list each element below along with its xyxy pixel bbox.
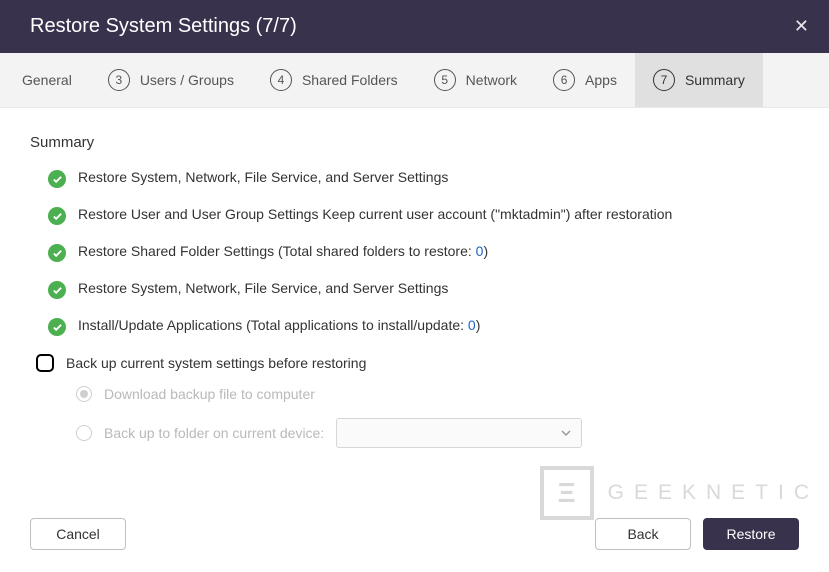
step-label: Apps — [585, 72, 617, 88]
step-number-icon: 7 — [653, 69, 675, 91]
radio-row-folder: Back up to folder on current device: — [76, 418, 799, 448]
backup-checkbox-row: Back up current system settings before r… — [36, 354, 799, 372]
count-link[interactable]: 0 — [468, 317, 476, 333]
watermark-text: GEEKNETIC — [608, 481, 819, 505]
radio-row-download: Download backup file to computer — [76, 386, 799, 402]
check-icon — [48, 281, 66, 299]
dialog-header: Restore System Settings (7/7) ✕ — [0, 0, 829, 53]
step-label: General — [22, 72, 72, 88]
step-label: Network — [466, 72, 517, 88]
step-label: Summary — [685, 72, 745, 88]
check-icon — [48, 207, 66, 225]
radio-download[interactable] — [76, 386, 92, 402]
backup-checkbox[interactable] — [36, 354, 54, 372]
check-icon — [48, 318, 66, 336]
summary-text: Install/Update Applications (Total appli… — [78, 317, 480, 333]
radio-label: Download backup file to computer — [104, 386, 315, 402]
folder-select[interactable] — [336, 418, 582, 448]
summary-item: Restore System, Network, File Service, a… — [48, 169, 799, 188]
back-button[interactable]: Back — [595, 518, 691, 550]
dialog-content: Summary Restore System, Network, File Se… — [0, 108, 829, 448]
summary-text: Restore User and User Group Settings Kee… — [78, 206, 672, 222]
summary-text: Restore Shared Folder Settings (Total sh… — [78, 243, 488, 259]
backup-sub-options: Download backup file to computer Back up… — [76, 386, 799, 448]
cancel-button[interactable]: Cancel — [30, 518, 126, 550]
summary-text: Restore System, Network, File Service, a… — [78, 169, 448, 185]
step-network[interactable]: 5 Network — [416, 53, 535, 107]
dialog-footer: Cancel Back Restore — [0, 512, 829, 572]
step-shared-folders[interactable]: 4 Shared Folders — [252, 53, 416, 107]
step-apps[interactable]: 6 Apps — [535, 53, 635, 107]
summary-item: Restore Shared Folder Settings (Total sh… — [48, 243, 799, 262]
check-icon — [48, 170, 66, 188]
step-users-groups[interactable]: 3 Users / Groups — [90, 53, 252, 107]
summary-text: Restore System, Network, File Service, a… — [78, 280, 448, 296]
wizard-stepper: General 3 Users / Groups 4 Shared Folder… — [0, 53, 829, 108]
step-number-icon: 5 — [434, 69, 456, 91]
step-number-icon: 6 — [553, 69, 575, 91]
step-label: Users / Groups — [140, 72, 234, 88]
summary-list: Restore System, Network, File Service, a… — [30, 169, 799, 336]
radio-label: Back up to folder on current device: — [104, 425, 324, 441]
dialog-title: Restore System Settings (7/7) — [30, 15, 297, 38]
summary-item: Restore System, Network, File Service, a… — [48, 280, 799, 299]
restore-button[interactable]: Restore — [703, 518, 799, 550]
summary-item: Install/Update Applications (Total appli… — [48, 317, 799, 336]
step-number-icon: 3 — [108, 69, 130, 91]
backup-checkbox-label: Back up current system settings before r… — [66, 355, 366, 371]
radio-folder[interactable] — [76, 425, 92, 441]
section-title: Summary — [30, 134, 799, 151]
step-general[interactable]: General — [0, 53, 90, 107]
summary-item: Restore User and User Group Settings Kee… — [48, 206, 799, 225]
check-icon — [48, 244, 66, 262]
chevron-down-icon — [561, 428, 571, 438]
close-icon[interactable]: ✕ — [794, 16, 809, 37]
step-label: Shared Folders — [302, 72, 398, 88]
step-number-icon: 4 — [270, 69, 292, 91]
step-summary[interactable]: 7 Summary — [635, 53, 763, 107]
